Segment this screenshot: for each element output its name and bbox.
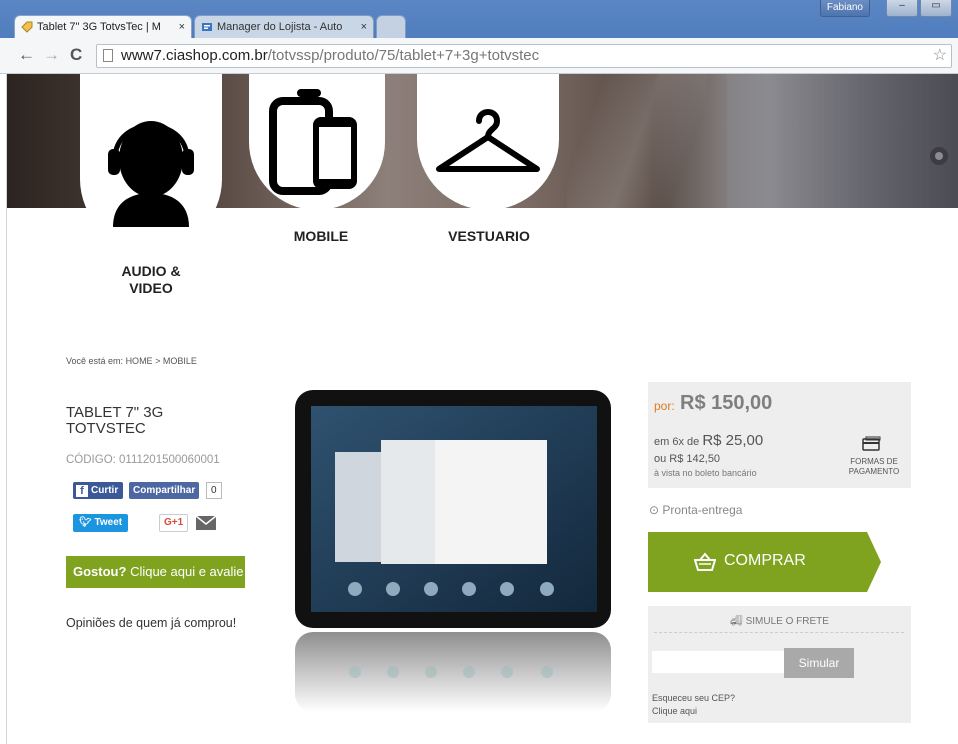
category-vestuario[interactable] [417, 74, 559, 210]
boleto-note: à vista no boleto bancário [654, 468, 757, 478]
buy-button-label: COMPRAR [724, 552, 806, 569]
minimize-icon[interactable]: – [886, 0, 918, 17]
google-plus-button[interactable]: G+1 [159, 514, 189, 532]
tab-close-icon[interactable]: × [357, 21, 367, 33]
maximize-icon[interactable]: ▭ [920, 0, 952, 17]
headphones-person-icon [108, 121, 194, 227]
facebook-icon: f [76, 484, 88, 497]
email-share-icon[interactable] [196, 516, 216, 530]
stock-status: ⊙ Pronta-entrega [649, 503, 743, 517]
facebook-share-count: 0 [206, 482, 222, 499]
cep-input[interactable] [652, 651, 784, 673]
shipping-title: 🚚︎ SIMULE O FRETE [730, 616, 829, 627]
back-icon[interactable]: ← [18, 46, 35, 64]
tablet-image [295, 390, 611, 712]
category-audio-video[interactable] [80, 74, 222, 250]
payment-methods-link[interactable]: FORMAS DE PAGAMENTO [844, 457, 904, 477]
category-label-mobile[interactable]: MOBILE [289, 228, 353, 244]
basket-icon [694, 552, 716, 571]
category-label-vestuario[interactable]: VESTUARIO [441, 228, 537, 244]
reload-icon[interactable]: C [70, 46, 82, 64]
shipping-simulator: 🚚︎ SIMULE O FRETE Simular Esqueceu seu C… [648, 606, 911, 723]
profile-button[interactable]: Fabiano [819, 0, 870, 17]
page-icon [103, 49, 113, 62]
facebook-like-button[interactable]: f Curtir [73, 482, 124, 499]
forgot-cep-link[interactable]: Esqueceu seu CEP? Clique aqui [652, 692, 735, 718]
product-title: TABLET 7" 3G TOTVSTEC [66, 404, 164, 437]
manager-favicon-icon [202, 23, 212, 31]
category-label-audio-video[interactable]: AUDIO & VIDEO [100, 263, 202, 297]
new-tab-button[interactable] [376, 15, 406, 38]
clock-icon: ⊙ [649, 503, 660, 517]
buy-button[interactable]: COMPRAR [648, 532, 881, 592]
tab-manager[interactable]: Manager do Lojista - Auto × [194, 15, 374, 38]
forward-icon[interactable]: → [43, 46, 60, 64]
browser-titlebar: Tablet 7" 3G TotvsTec | M × Manager do L… [0, 0, 958, 38]
product-image[interactable] [285, 382, 621, 712]
tag-favicon-icon [21, 21, 33, 33]
review-button[interactable]: Gostou? Clique aqui e avalie [66, 556, 245, 588]
devices-icon [269, 89, 357, 195]
tab-product[interactable]: Tablet 7" 3G TotvsTec | M × [14, 15, 192, 38]
window-controls: – ▭ [886, 0, 952, 17]
installment-info: em 6x de R$ 25,00 [654, 432, 764, 449]
address-bar[interactable]: www7.ciashop.com.br/totvssp/produto/75/t… [96, 44, 952, 68]
url-path: /totvssp/produto/75/tablet+7+3g+totvstec [267, 47, 540, 64]
hanger-icon [436, 109, 540, 172]
price-value: R$ 150,00 [680, 392, 773, 414]
simulate-button[interactable]: Simular [784, 648, 854, 678]
page-content: AUDIO & VIDEO MOBILE VESTUARIO Você está… [0, 74, 958, 744]
tab-product-title: Tablet 7" 3G TotvsTec | M [37, 21, 161, 33]
tab-manager-title: Manager do Lojista - Auto [217, 21, 343, 33]
breadcrumb-home-link[interactable]: HOME [126, 356, 153, 366]
browser-toolbar: ← → C www7.ciashop.com.br/totvssp/produt… [0, 38, 958, 74]
tab-close-icon[interactable]: × [175, 21, 185, 33]
bookmark-star-icon[interactable]: ☆ [933, 45, 947, 67]
breadcrumb-current[interactable]: MOBILE [163, 356, 197, 366]
twitter-bird-icon: 🐦︎ [79, 517, 92, 528]
opinions-heading: Opiniões de quem já comprou! [66, 616, 237, 630]
price-por-label: por: [654, 399, 675, 413]
banner-decoration [930, 147, 948, 165]
tweet-button[interactable]: 🐦︎ Tweet [73, 514, 129, 532]
payment-card-icon[interactable] [862, 436, 882, 452]
facebook-share-button[interactable]: Compartilhar [129, 482, 200, 499]
product-code: CÓDIGO: 0111201500060001 [66, 454, 220, 466]
breadcrumb: Você está em: HOME > MOBILE [66, 356, 197, 366]
url-host: www7.ciashop.com.br [121, 47, 268, 64]
price-box: por: R$ 150,00 em 6x de R$ 25,00 ou R$ 1… [648, 382, 911, 488]
boleto-price: ou R$ 142,50 [654, 453, 721, 465]
truck-icon: 🚚︎ [730, 616, 743, 627]
category-mobile[interactable] [249, 74, 385, 210]
